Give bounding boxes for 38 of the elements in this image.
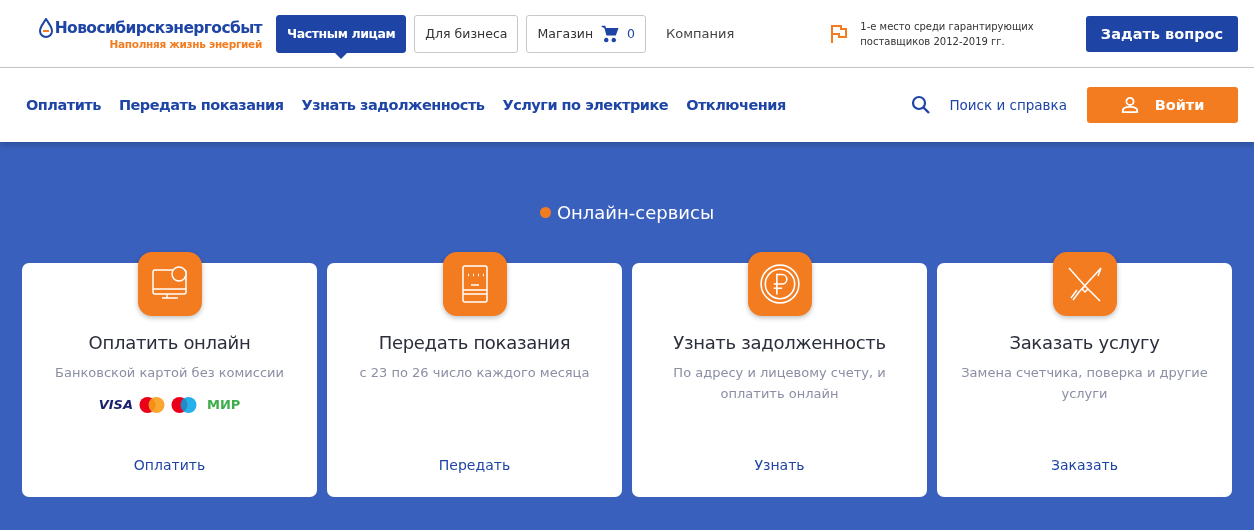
card-subtitle: По адресу и лицевому счету, и оплатить онлайн xyxy=(672,364,887,403)
maestro-logo-icon xyxy=(171,395,197,414)
card-title: Передать показания xyxy=(378,332,571,353)
cart-icon xyxy=(601,24,620,43)
nav-link[interactable]: Отключения xyxy=(686,97,786,113)
card-action-link[interactable]: Узнать xyxy=(754,457,805,473)
award-text: 1-е место среди гарантирующих поставщиков 2012-2019 гг. xyxy=(860,19,1035,49)
card-subtitle: Замена счетчика, поверка и другие услуги xyxy=(960,364,1209,403)
card-action-link[interactable]: Оплатить xyxy=(133,457,206,473)
card-title: Узнать задолженность xyxy=(673,332,886,353)
nav-link[interactable]: Передать показания xyxy=(118,97,284,113)
card-action-link[interactable]: Передать xyxy=(438,457,511,473)
card-subtitle: с 23 по 26 число каждого месяца xyxy=(359,364,590,382)
card-subtitle: Банковской картой без комиссии xyxy=(55,364,284,382)
user-icon xyxy=(1120,96,1139,114)
company-link[interactable]: Компания xyxy=(666,26,735,41)
audience-tab[interactable]: Для бизнеса xyxy=(414,14,519,53)
nav-link[interactable]: Узнать задолженность xyxy=(301,97,485,113)
mir-logo: МИР xyxy=(207,397,241,413)
search-icon[interactable] xyxy=(911,95,932,115)
ask-question-button[interactable]: Задать вопрос xyxy=(1086,15,1238,52)
visa-logo: VISA xyxy=(98,397,133,413)
section-title: Онлайн-сервисы xyxy=(556,202,715,223)
nav-link[interactable]: Услуги по электрике xyxy=(502,97,669,113)
card-action-link[interactable]: Заказать xyxy=(1051,457,1118,473)
ruble-coin-icon xyxy=(758,263,801,305)
bullet-dot xyxy=(539,207,551,218)
card-title: Оплатить онлайн xyxy=(88,332,251,353)
card-title: Заказать услугу xyxy=(1009,332,1160,353)
brand-tagline: Наполняя жизнь энергией xyxy=(109,37,262,50)
shop-button[interactable]: Магазин 0 xyxy=(526,14,647,53)
brand-name[interactable]: Новосибирскэнергосбыт xyxy=(54,18,262,37)
tab-pointer xyxy=(334,51,349,59)
nav-link[interactable]: Оплатить xyxy=(26,97,101,113)
search-link[interactable]: Поиск и справка xyxy=(949,97,1067,113)
flag-icon xyxy=(830,23,849,44)
mastercard-logo-icon xyxy=(139,395,165,414)
drop-logo-icon xyxy=(38,17,53,38)
